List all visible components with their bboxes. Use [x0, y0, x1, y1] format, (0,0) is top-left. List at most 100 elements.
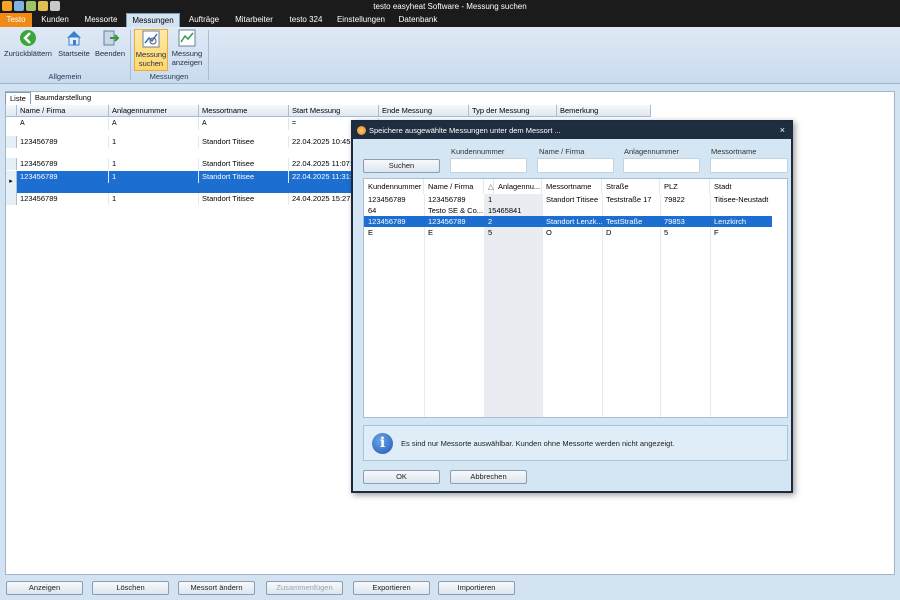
- column-chooser-icon[interactable]: [6, 105, 17, 117]
- tab-messorte[interactable]: Messorte: [80, 13, 122, 27]
- cell-city: Titisee-Neustadt: [714, 195, 769, 204]
- dialog-header-city[interactable]: Stadt: [710, 179, 772, 194]
- column-header-type[interactable]: Typ der Messung: [469, 105, 557, 117]
- row-pointer-icon[interactable]: ▸: [6, 171, 17, 193]
- tab-einstellungen[interactable]: Einstellungen: [333, 13, 389, 27]
- tab-testo-324[interactable]: testo 324: [285, 13, 327, 27]
- column-header-location[interactable]: Messortname: [199, 105, 289, 117]
- dialog-header-street[interactable]: Straße: [602, 179, 660, 194]
- cell-location: Standort Titisee: [199, 136, 289, 148]
- dialog-title-bar: Speichere ausgewählte Messungen unter de…: [353, 122, 791, 139]
- change-location-button[interactable]: Messort ändern: [178, 581, 255, 595]
- tab-liste[interactable]: Liste: [5, 92, 31, 104]
- export-button[interactable]: Exportieren: [353, 581, 430, 595]
- back-arrow-icon: [19, 29, 37, 47]
- info-text: Es sind nur Messorte auswählbar. Kunden …: [401, 439, 675, 448]
- dialog-title: Speichere ausgewählte Messungen unter de…: [369, 126, 561, 135]
- cell-customer-number: 123456789: [368, 195, 406, 204]
- cell-location: Standort Titisee: [199, 193, 289, 205]
- list-item-selected[interactable]: 123456789 123456789 2 Standort Lenzk... …: [364, 216, 772, 227]
- cell-system-number: 1: [109, 158, 199, 170]
- show-measurement-button[interactable]: Messung anzeigen: [170, 29, 204, 67]
- system-number-input[interactable]: [623, 158, 700, 173]
- cell-customer-number: E: [368, 228, 374, 237]
- customer-number-input[interactable]: [450, 158, 527, 173]
- search-button[interactable]: Suchen: [363, 159, 440, 173]
- save-to-location-dialog: Speichere ausgewählte Messungen unter de…: [351, 120, 793, 493]
- list-item[interactable]: 64 Testo SE & Co... 15465841: [364, 205, 772, 216]
- delete-button[interactable]: Löschen: [92, 581, 169, 595]
- exit-button[interactable]: Beenden: [94, 29, 126, 58]
- cell-city: [710, 205, 772, 216]
- cell-name: 123456789: [17, 136, 109, 148]
- cell-start: 22.04.2025 11:07:5: [289, 158, 355, 170]
- merge-button[interactable]: Zusammenfügen: [266, 581, 343, 595]
- dialog-header-name[interactable]: Name / Firma: [424, 179, 484, 194]
- cell-name: 123456789: [428, 195, 466, 204]
- show-button[interactable]: Anzeigen: [6, 581, 83, 595]
- home-button[interactable]: Startseite: [56, 29, 92, 58]
- row-header[interactable]: [6, 193, 17, 205]
- filter-location[interactable]: A: [199, 118, 289, 130]
- row-header[interactable]: [6, 158, 17, 170]
- cell-location: Standort Titisee: [199, 171, 289, 183]
- cell-system-number: 15465841: [488, 206, 522, 215]
- tab-kunden[interactable]: Kunden: [36, 13, 74, 27]
- sort-ascending-icon[interactable]: △: [484, 179, 494, 194]
- cell-start: 24.04.2025 15:27:5: [289, 193, 355, 205]
- cell-zip: 79822: [664, 195, 685, 204]
- cell-street: D: [606, 228, 612, 237]
- cell-location: Standort Titisee: [199, 158, 289, 170]
- dialog-header-system-number[interactable]: Anlagennu...: [494, 179, 542, 194]
- group-label-measurements: Messungen: [149, 72, 189, 81]
- cell-location-name: O: [546, 228, 552, 237]
- column-header-name[interactable]: Name / Firma: [17, 105, 109, 117]
- cell-location-name: [542, 205, 602, 216]
- list-item[interactable]: E E 5 O D 5 F: [364, 227, 772, 238]
- label-system-number: Anlagennummer: [624, 147, 680, 156]
- location-name-input[interactable]: [710, 158, 788, 173]
- exit-label: Beenden: [94, 49, 126, 58]
- column-header-end[interactable]: Ende Messung: [379, 105, 469, 117]
- location-grid: Kundennummer Name / Firma △ Anlagennu...…: [363, 178, 788, 418]
- search-measurement-button[interactable]: Messung suchen: [134, 29, 168, 71]
- cell-name: Testo SE & Co...: [428, 206, 484, 215]
- tab-testo[interactable]: Testo: [0, 13, 32, 27]
- name-company-input[interactable]: [537, 158, 614, 173]
- filter-system-number[interactable]: A: [109, 118, 199, 130]
- dialog-header-zip[interactable]: PLZ: [660, 179, 710, 194]
- cell-system-number: 1: [488, 195, 493, 204]
- tab-datenbank[interactable]: Datenbank: [395, 13, 441, 27]
- column-header-start[interactable]: Start Messung: [289, 105, 379, 117]
- info-icon: i: [372, 433, 393, 454]
- back-button[interactable]: Zurückblättern: [3, 29, 53, 58]
- filter-name[interactable]: A: [17, 118, 109, 130]
- dialog-app-icon: [357, 126, 366, 135]
- cell-system-number: 5: [488, 228, 493, 237]
- row-header[interactable]: [6, 136, 17, 148]
- cell-zip: 5: [664, 228, 669, 237]
- cell-zip: 79853: [664, 217, 685, 226]
- cell-street: TestStraße: [606, 217, 643, 226]
- cell-street: [602, 205, 660, 216]
- close-icon[interactable]: ×: [780, 122, 785, 139]
- cell-start: 22.04.2025 10:45:0: [289, 136, 355, 148]
- ok-button[interactable]: OK: [363, 470, 440, 484]
- cell-location-name: Standort Lenzk...: [546, 217, 602, 226]
- column-header-remark[interactable]: Bemerkung: [557, 105, 651, 117]
- group-separator: [130, 30, 131, 80]
- dialog-header-location-name[interactable]: Messortname: [542, 179, 602, 194]
- tab-messungen[interactable]: Messungen: [126, 13, 180, 27]
- list-item[interactable]: 123456789 123456789 1 Standort Titisee T…: [364, 194, 772, 205]
- cell-zip: [660, 205, 710, 216]
- dialog-header-customer-number[interactable]: Kundennummer: [364, 179, 424, 194]
- tab-auftraege[interactable]: Aufträge: [184, 13, 224, 27]
- home-icon: [65, 29, 83, 47]
- cell-name: 123456789: [17, 193, 109, 205]
- tab-mitarbeiter[interactable]: Mitarbeiter: [230, 13, 278, 27]
- tab-baumdarstellung[interactable]: Baumdarstellung: [31, 92, 95, 104]
- info-panel: i Es sind nur Messorte auswählbar. Kunde…: [363, 425, 788, 461]
- column-header-system-number[interactable]: Anlagennummer: [109, 105, 199, 117]
- cancel-button[interactable]: Abbrechen: [450, 470, 527, 484]
- import-button[interactable]: Importieren: [438, 581, 515, 595]
